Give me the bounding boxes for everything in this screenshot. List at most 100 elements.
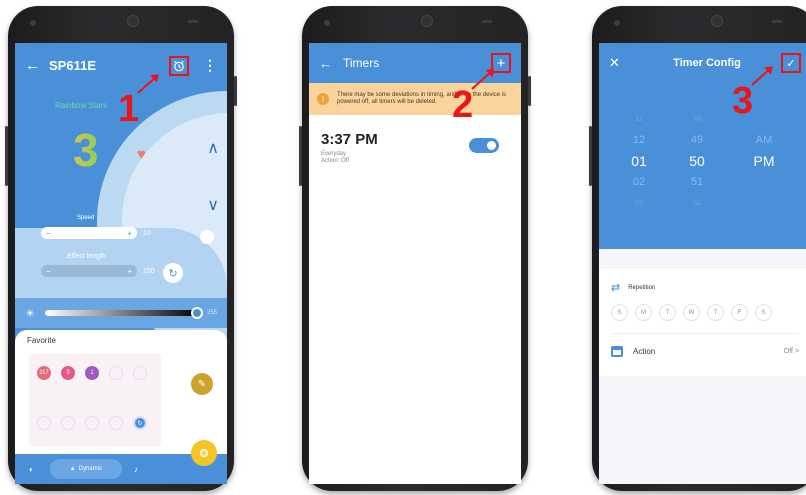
back-arrow-icon[interactable]: ← xyxy=(319,56,343,71)
power-button xyxy=(528,76,531,106)
repetition-section: ⇄ Repetition S M T W T F S xyxy=(599,269,806,334)
brightness-value: 255 xyxy=(206,310,217,316)
music-note-icon[interactable]: ♪ xyxy=(134,465,138,474)
plus-icon[interactable]: + xyxy=(127,229,132,238)
palette-icon[interactable]: ◐ xyxy=(29,465,34,474)
effect-length-slider[interactable]: − + xyxy=(41,265,137,277)
repeat-icon: ⇄ xyxy=(611,282,621,294)
favorite-slot-empty[interactable]: ♡ xyxy=(61,416,75,430)
tab-dynamic[interactable]: ▲ Dynamic xyxy=(49,459,122,479)
plus-icon: + xyxy=(496,54,506,72)
action-row[interactable]: Action Off > xyxy=(599,334,806,369)
back-arrow-icon[interactable]: ← xyxy=(25,57,49,74)
repetition-label: Repetition xyxy=(628,284,656,291)
day-thursday[interactable]: T xyxy=(707,304,724,321)
sync-icon[interactable]: ↻ xyxy=(133,416,147,430)
day-monday[interactable]: M xyxy=(635,304,652,321)
toggle-knob xyxy=(487,141,496,150)
checkmark-icon: ✓ xyxy=(786,57,796,70)
picker-item: 02 xyxy=(632,176,646,188)
favorite-slot-empty[interactable]: ♡ xyxy=(85,416,99,430)
favorite-slot[interactable]: 1 xyxy=(85,366,99,380)
front-camera xyxy=(711,15,723,27)
hour-picker[interactable]: 11 12 01 02 03 xyxy=(627,109,651,214)
cycle-icon[interactable]: ↻ xyxy=(163,263,183,283)
picker-selected: 01 xyxy=(631,153,647,169)
day-wednesday[interactable]: W xyxy=(683,304,700,321)
speed-label: Speed xyxy=(77,215,95,221)
sensor xyxy=(614,20,620,26)
step-number-2: 2 xyxy=(452,84,474,126)
day-saturday[interactable]: S xyxy=(755,304,772,321)
warning-banner: ! There may be some deviations in timing… xyxy=(309,83,521,115)
period-picker[interactable]: AM PM xyxy=(749,109,779,214)
minus-icon[interactable]: − xyxy=(46,267,51,276)
volume-button xyxy=(299,126,302,186)
minute-picker[interactable]: 48 49 50 51 52 xyxy=(685,109,709,214)
picker-item: AM xyxy=(755,134,773,146)
timer-alarm-button[interactable] xyxy=(169,55,189,76)
shapes-icon: ▲ xyxy=(69,466,76,472)
volume-button xyxy=(5,126,8,186)
picker-item: 52 xyxy=(693,200,701,207)
app-bar: ✕ Timer Config ✓ xyxy=(599,43,806,83)
favorite-slot-empty[interactable]: ♡ xyxy=(109,366,123,380)
effect-length-value: 150 xyxy=(143,268,155,275)
edit-pencil-icon[interactable]: ✎ xyxy=(191,373,213,395)
favorite-title: Favorite xyxy=(27,336,56,345)
chevron-down-icon[interactable]: ∨ xyxy=(207,195,219,215)
picker-item xyxy=(749,109,779,130)
picker-item: 12 xyxy=(632,134,646,146)
day-friday[interactable]: F xyxy=(731,304,748,321)
confirm-button[interactable]: ✓ xyxy=(781,53,801,73)
app-bar: ← SP611E ⋮ xyxy=(15,43,227,88)
section-gap xyxy=(599,249,806,269)
favorite-slot-empty[interactable]: ♡ xyxy=(109,416,123,430)
volume-button xyxy=(589,126,592,186)
device-title: SP611E xyxy=(49,58,96,73)
front-camera xyxy=(127,15,139,27)
phone-frame-3: ✕ Timer Config ✓ 11 12 01 02 03 48 49 50 xyxy=(589,6,806,491)
brightness-slider[interactable] xyxy=(45,307,203,319)
day-sunday[interactable]: S xyxy=(611,304,628,321)
timer-toggle[interactable] xyxy=(469,138,499,153)
earpiece xyxy=(772,20,782,23)
heart-icon[interactable]: ♥ xyxy=(137,146,146,163)
picker-item: 49 xyxy=(690,134,704,146)
app-bar: ← Timers + xyxy=(309,43,521,83)
more-menu-icon[interactable]: ⋮ xyxy=(203,57,217,74)
bulb-icon[interactable]: ❂ xyxy=(191,440,217,466)
favorite-slot[interactable]: 117 xyxy=(37,366,51,380)
tab-dynamic-label: Dynamic xyxy=(78,466,102,472)
empty-area xyxy=(599,376,806,484)
favorite-slot-empty[interactable]: ♡ xyxy=(133,366,147,380)
chevron-up-icon[interactable]: ∧ xyxy=(207,138,219,158)
favorite-grid: 117 3 1 ♡ ♡ ♡ ♡ ♡ ♡ ↻ xyxy=(29,354,161,446)
plus-icon[interactable]: + xyxy=(127,267,132,276)
weekday-selector: S M T W T F S xyxy=(611,304,799,321)
time-picker-panel: ✕ Timer Config ✓ 11 12 01 02 03 48 49 50 xyxy=(599,43,806,249)
power-button xyxy=(234,76,237,106)
scene-number: 3 xyxy=(73,124,99,176)
speed-slider[interactable]: − + xyxy=(41,227,137,239)
effect-length-label: Effect length xyxy=(67,253,106,260)
brightness-knob[interactable] xyxy=(190,307,203,319)
favorite-slot[interactable]: 3 xyxy=(61,366,75,380)
wheel-knob[interactable] xyxy=(200,230,214,244)
timers-screen: ← Timers + ! There may be some deviation… xyxy=(309,43,521,484)
day-tuesday[interactable]: T xyxy=(659,304,676,321)
favorite-slot-empty[interactable]: ♡ xyxy=(37,416,51,430)
repetition-row: ⇄ Repetition xyxy=(611,281,799,294)
timer-list-item[interactable]: 3:37 PM Everyday Action: Off xyxy=(309,115,521,180)
minus-icon[interactable]: − xyxy=(46,229,51,238)
picker-item: 11 xyxy=(635,116,643,123)
timer-config-screen: ✕ Timer Config ✓ 11 12 01 02 03 48 49 50 xyxy=(599,43,806,484)
earpiece xyxy=(188,20,198,23)
phone-frame-1: ← SP611E ⋮ ∧ ∨ Rainbow Stars 3 ♥ Speed −… xyxy=(5,6,237,491)
alarm-clock-icon xyxy=(174,60,184,71)
close-icon[interactable]: ✕ xyxy=(609,55,633,71)
warning-icon: ! xyxy=(317,93,329,105)
front-camera xyxy=(421,15,433,27)
picker-item: 03 xyxy=(635,200,643,207)
page-title: Timers xyxy=(343,56,380,70)
